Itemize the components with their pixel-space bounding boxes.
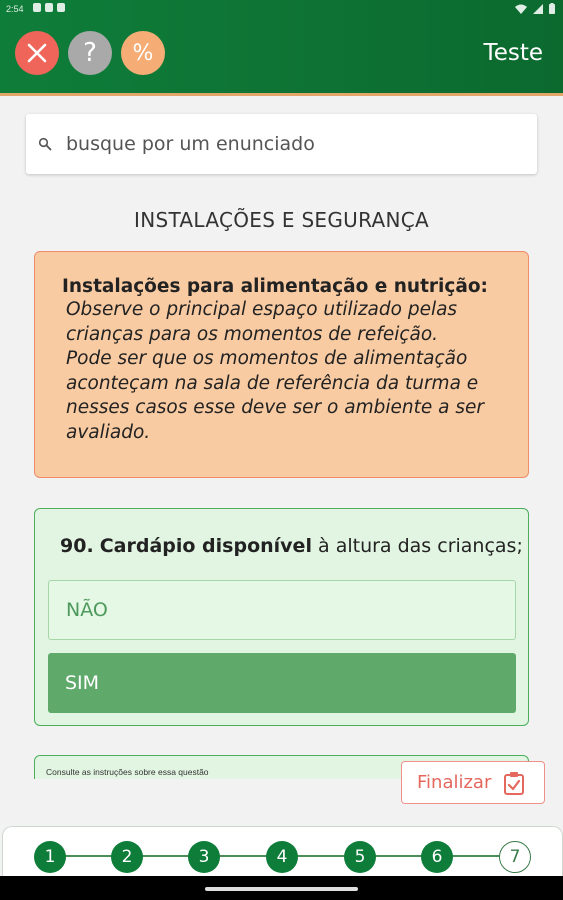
finalize-label: Finalizar	[417, 772, 492, 793]
home-handle[interactable]	[205, 887, 358, 891]
info-card-title: Instalações para alimentação e nutrição:	[62, 276, 488, 297]
option-sim-button[interactable]: SIM	[48, 653, 516, 713]
step-1[interactable]: 1	[34, 841, 66, 873]
info-card-line: nesses casos esse deve ser o ambiente a …	[66, 397, 484, 418]
step-3[interactable]: 3	[188, 841, 220, 873]
finalize-button[interactable]: Finalizar	[401, 761, 545, 804]
question-text: 90. Cardápio disponível à altura das cri…	[60, 535, 523, 557]
option-nao-button[interactable]: NÃO	[48, 580, 516, 640]
step-4[interactable]: 4	[266, 841, 298, 873]
help-button[interactable]: ?	[68, 31, 112, 75]
status-time: 2:54	[6, 4, 24, 14]
question-rest-text: à altura das crianças;	[318, 535, 523, 557]
gear-icon	[33, 3, 41, 12]
option-label: SIM	[65, 672, 100, 694]
info-card-body: Observe o principal espaço utilizado pel…	[66, 298, 502, 445]
info-card-line: aconteçam na sala de referência da turma…	[66, 372, 479, 394]
system-nav-bar	[0, 876, 563, 900]
section-title: INSTALAÇÕES E SEGURANÇA	[134, 208, 429, 232]
step-7-current[interactable]: 7	[499, 841, 531, 873]
info-card: Instalações para alimentação e nutrição:…	[34, 251, 529, 478]
status-system-icons	[515, 3, 555, 14]
close-icon	[27, 43, 47, 63]
sim-icon	[45, 3, 53, 12]
search-input[interactable]	[66, 133, 506, 155]
wifi-icon	[515, 4, 527, 14]
percent-icon: %	[132, 40, 154, 66]
status-bar: 2:54	[0, 0, 563, 20]
help-icon: ?	[83, 38, 97, 68]
info-card-line: Pode ser que os momentos de alimentação	[66, 348, 468, 369]
search-bar[interactable]	[26, 114, 537, 174]
box-icon	[57, 3, 65, 12]
info-card-line: crianças para os momentos de refeição.	[66, 323, 439, 345]
question-number: 90.	[60, 535, 94, 557]
question-card: 90. Cardápio disponível à altura das cri…	[34, 508, 529, 726]
page-title: Teste	[483, 40, 543, 66]
clipboard-check-icon	[504, 771, 525, 795]
signal-icon	[533, 3, 543, 14]
info-card-line: avaliado.	[66, 421, 151, 443]
search-icon	[38, 137, 52, 151]
instructions-text: Consulte as instruções sobre essa questã…	[46, 767, 209, 777]
step-2[interactable]: 2	[111, 841, 143, 873]
battery-icon	[549, 3, 555, 14]
step-5[interactable]: 5	[344, 841, 376, 873]
option-label: NÃO	[66, 599, 108, 621]
close-button[interactable]	[15, 31, 59, 75]
percent-button[interactable]: %	[121, 31, 165, 75]
step-6[interactable]: 6	[421, 841, 453, 873]
status-notification-icons	[33, 3, 65, 12]
info-card-line: Observe o principal espaço utilizado pel…	[66, 299, 458, 320]
question-bold-text: Cardápio disponível	[99, 535, 312, 557]
